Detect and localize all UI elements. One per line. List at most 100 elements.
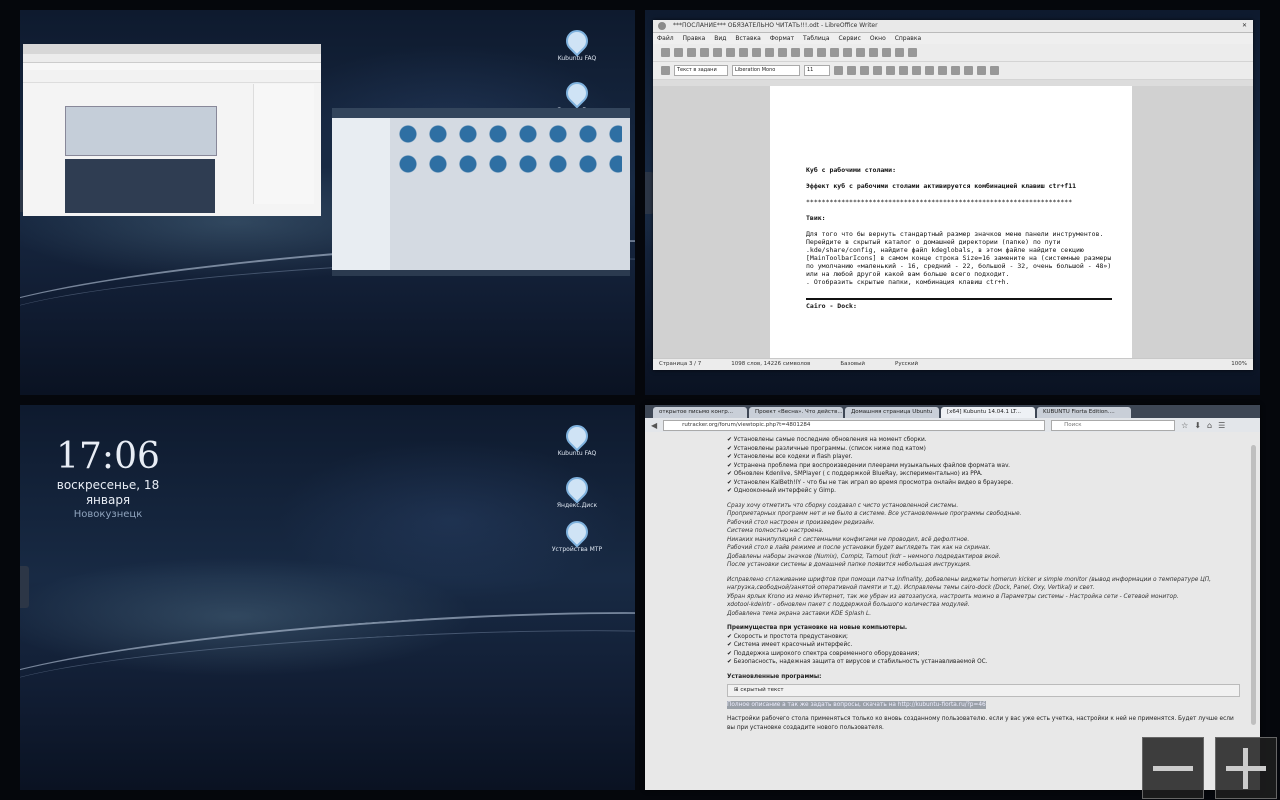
libreoffice-writer-window[interactable]: ***ПОСЛАНИЕ*** ОБЯЗАТЕЛЬНО ЧИТАТЬ!!!.odt… [653,20,1253,370]
desktop-3-side-tab[interactable] [20,566,29,608]
extra-line: xdotool-kdeintr - обновлен пакет с подде… [727,602,970,608]
menu-window[interactable]: Окно [870,35,886,42]
clock-city: Новокузнецк [73,509,143,520]
note-line: Никаких манипуляций с системными конфига… [727,536,970,543]
pilcrow-icon[interactable] [895,48,904,57]
download-icon[interactable]: ⬇ [1194,421,1201,430]
feature-line: ✔ Установлен KalBeth!IY - что бы не так … [727,479,1014,486]
clock-month: января [85,493,131,507]
note-line: Проприетарных программ нет и не было в с… [727,511,1022,517]
browser-tab-bar: открытое письмо конгр... Проект «Весна».… [645,405,1260,418]
menu-help[interactable]: Справка [895,35,921,42]
menu-icon[interactable]: ☰ [1218,421,1225,430]
programs-heading: Установленные программы: [727,673,822,680]
styles-icon[interactable] [661,66,670,75]
print-icon[interactable] [739,48,748,57]
align-right-icon[interactable] [899,66,908,75]
menu-tools[interactable]: Сервис [838,35,860,42]
zoom-in-button[interactable] [1215,737,1277,799]
redo-icon[interactable] [830,48,839,57]
image-icon[interactable] [869,48,878,57]
italic-icon[interactable] [847,66,856,75]
browser-tab-4[interactable]: [x64] Kubuntu 14.04.1 LT... [941,407,1035,418]
note-line: Рабочий стол в лайв режиме и после устан… [727,545,991,551]
doc-separator: ****************************************… [806,198,1073,206]
menu-format[interactable]: Формат [770,35,794,42]
browser-tab-5[interactable]: KUBUNTU Fiorta Edition.... [1037,407,1131,418]
paste-icon[interactable] [804,48,813,57]
search-input[interactable]: Поиск [1051,419,1176,431]
justify-icon[interactable] [912,66,921,75]
edit-icon[interactable] [713,48,722,57]
kubuntu-faq-desktop-icon[interactable]: Kubuntu FAQ [545,25,609,62]
open-icon[interactable] [674,48,683,57]
align-center-icon[interactable] [886,66,895,75]
table-icon[interactable] [856,48,865,57]
highlight-icon[interactable] [977,66,986,75]
status-zoom[interactable]: 100% [1231,359,1253,370]
pdf-icon[interactable] [726,48,735,57]
writer-app-icon [658,22,666,30]
advantages-heading: Преимущества при установке на новые комп… [727,625,908,631]
feature-line: ✔ Устранена проблема при воспроизведении… [727,462,1010,469]
feature-line: ✔ Установлены все кодеки и flash player. [727,454,853,460]
menu-table[interactable]: Таблица [803,35,830,42]
writer-menu-bar: Файл Правка Вид Вставка Формат Таблица С… [653,33,1253,44]
email-icon[interactable] [700,48,709,57]
background-icon[interactable] [990,66,999,75]
mtp-devices-desktop-icon[interactable]: Устройства MTP [545,516,609,553]
browser-tab-1[interactable]: открытое письмо конгр... [653,407,747,418]
firefox-window[interactable]: открытое письмо конгр... Проект «Весна».… [645,405,1260,790]
preview-icon[interactable] [752,48,761,57]
new-icon[interactable] [661,48,670,57]
back-icon[interactable]: ◀ [651,421,657,430]
undo-icon[interactable] [817,48,826,57]
menu-insert[interactable]: Вставка [735,35,760,42]
page-scrollbar[interactable] [1251,445,1256,725]
close-icon[interactable]: ✕ [1242,20,1247,32]
browser-tab-2[interactable]: Проект «Весна». Что действ... [749,407,843,418]
chart-icon[interactable] [882,48,891,57]
feature-line: ✔ Обновлен Kdenlive, SMPlayer ( с поддер… [727,471,983,477]
menu-view[interactable]: Вид [714,35,726,42]
note-line: После установки системы в домашней папке… [727,562,972,568]
paragraph-style-select[interactable]: Текст в задани [674,65,728,76]
help-icon[interactable] [908,48,917,57]
home-icon[interactable]: ⌂ [1207,421,1212,430]
find-icon[interactable] [843,48,852,57]
zoom-out-button[interactable] [1142,737,1204,799]
copy-icon[interactable] [791,48,800,57]
bookmark-star-icon[interactable]: ☆ [1181,421,1188,430]
font-name-select[interactable]: Liberation Mono [732,65,800,76]
notice-text: Настройки рабочего стола применяться тол… [727,716,1234,731]
bold-icon[interactable] [834,66,843,75]
kubuntu-faq-desktop-icon-2[interactable]: Kubuntu FAQ [545,420,609,457]
font-color-icon[interactable] [964,66,973,75]
spellcheck-icon[interactable] [765,48,774,57]
save-icon[interactable] [687,48,696,57]
cut-icon[interactable] [778,48,787,57]
download-link[interactable]: Полное описание а так же задать вопросы,… [727,700,986,709]
browser-thumbnail-window[interactable] [23,44,321,216]
feature-line: ✔ Установлены различные программы. (спис… [727,445,926,452]
clock-widget: 17:06 воскресенье, 18 января Новокузнецк [20,436,196,521]
file-manager-thumbnail-window[interactable] [332,108,630,276]
doc-heading-cube-effect: Эффект куб с рабочими столами активирует… [806,182,1077,190]
document-area[interactable]: Куб с рабочими столами: Эффект куб с раб… [653,86,1253,359]
document-page[interactable]: Куб с рабочими столами: Эффект куб с раб… [770,86,1132,359]
bullets-icon[interactable] [938,66,947,75]
font-size-select[interactable]: 11 [804,65,830,76]
url-bar[interactable]: rutracker.org/forum/viewtopic.php?t=4801… [663,419,1046,431]
note-line: Система полностью настроена. [727,528,824,534]
align-left-icon[interactable] [873,66,882,75]
doc-heading-cube: Куб с рабочими столами: [806,166,897,174]
spoiler-toggle[interactable]: ⊞ скрытый текст [727,684,1240,697]
spoiler-label: скрытый текст [740,687,784,693]
numbering-icon[interactable] [925,66,934,75]
yandex-disk-desktop-icon-2[interactable]: Яндекс.Диск [545,472,609,509]
menu-edit[interactable]: Правка [683,35,706,42]
indent-icon[interactable] [951,66,960,75]
underline-icon[interactable] [860,66,869,75]
browser-tab-3[interactable]: Домашняя страница Ubuntu [845,407,939,418]
menu-file[interactable]: Файл [657,35,674,42]
